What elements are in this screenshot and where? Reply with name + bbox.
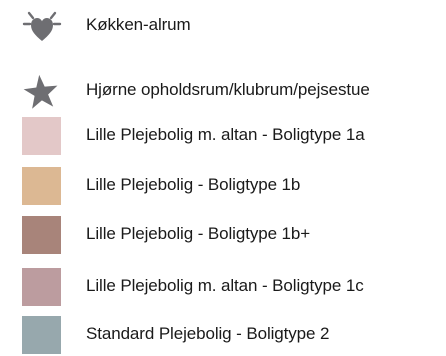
heart-shape (31, 18, 53, 41)
color-swatch (22, 216, 61, 254)
legend-label: Lille Plejebolig m. altan - Boligtype 1c (86, 276, 364, 295)
star-icon (23, 74, 58, 109)
legend-item-hjorne-opholdsrum: Hjørne opholdsrum/klubrum/pejsestue (0, 71, 446, 111)
star-shape (23, 74, 58, 109)
legend-label: Lille Plejebolig - Boligtype 1b (86, 175, 301, 194)
legend-item-boligtype-1c: Lille Plejebolig m. altan - Boligtype 1c (0, 267, 446, 307)
color-swatch (22, 316, 61, 354)
legend-label: Standard Plejebolig - Boligtype 2 (86, 324, 330, 343)
legend-label: Hjørne opholdsrum/klubrum/pejsestue (86, 80, 370, 99)
heart-icon (22, 11, 62, 41)
legend: Køkken-alrum Hjørne opholdsrum/klubrum/p… (0, 0, 446, 356)
color-swatch (22, 268, 61, 306)
heart-sparkle-top-left (27, 11, 35, 20)
color-swatch (22, 167, 61, 205)
legend-label: Lille Plejebolig m. altan - Boligtype 1a (86, 125, 365, 144)
legend-item-boligtype-1b-plus: Lille Plejebolig - Boligtype 1b+ (0, 215, 446, 255)
legend-item-kokken-alrum: Køkken-alrum (0, 6, 446, 46)
legend-label: Lille Plejebolig - Boligtype 1b+ (86, 224, 311, 243)
legend-item-boligtype-1a: Lille Plejebolig m. altan - Boligtype 1a (0, 116, 446, 156)
color-swatch (22, 117, 61, 155)
legend-item-boligtype-1b: Lille Plejebolig - Boligtype 1b (0, 166, 446, 206)
heart-sparkle-top-right (49, 11, 57, 20)
legend-label: Køkken-alrum (86, 15, 191, 34)
legend-item-boligtype-2: Standard Plejebolig - Boligtype 2 (0, 315, 446, 355)
